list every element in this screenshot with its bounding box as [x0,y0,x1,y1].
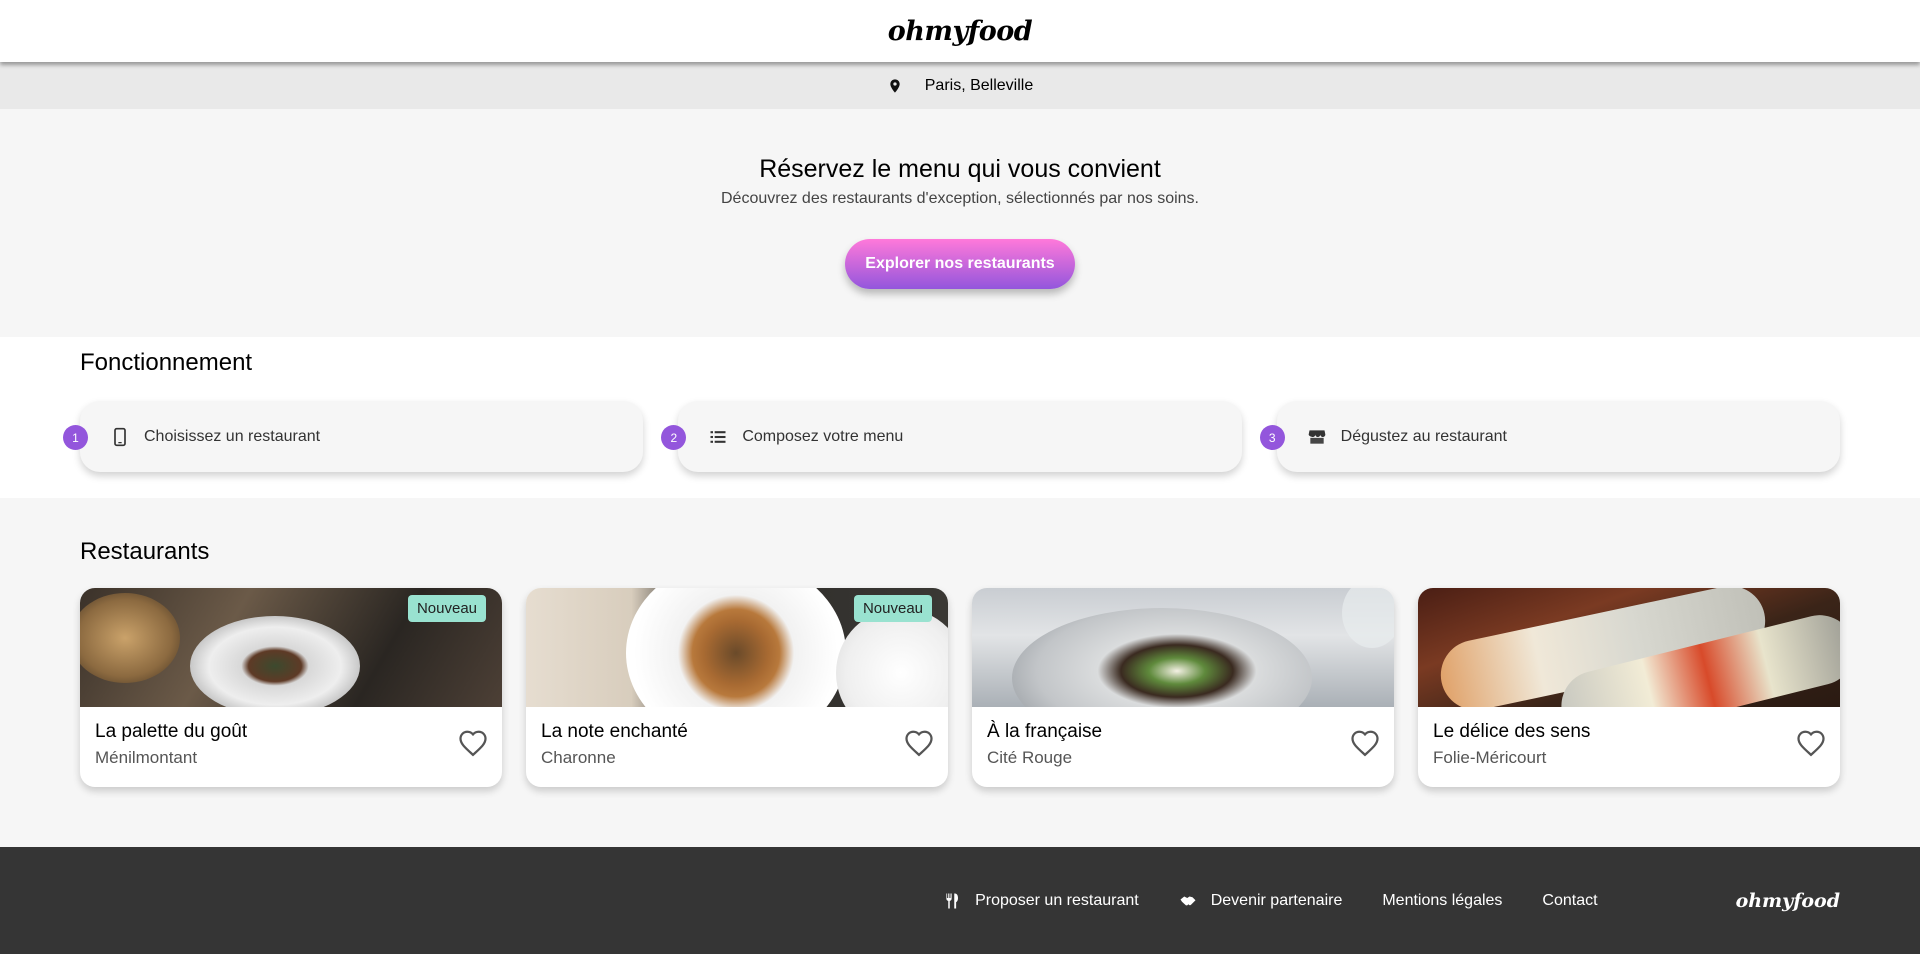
step-number: 2 [661,425,687,450]
restaurant-image: Nouveau [80,588,502,707]
new-badge: Nouveau [853,595,932,622]
hero-title: Réservez le menu qui vous convient [759,155,1161,183]
heart-icon[interactable] [1796,729,1826,757]
restaurant-area: Folie-Méricourt [1433,748,1547,767]
restaurants-section: Restaurants Nouveau La palette du goût M… [0,498,1920,847]
restaurants-title: Restaurants [80,538,210,565]
restaurant-info: À la française Cité Rouge [972,707,1394,768]
restaurant-image: Nouveau [526,588,948,707]
location-label: Paris, Belleville [924,76,1034,94]
heart-icon[interactable] [458,729,488,757]
restaurant-card[interactable]: À la française Cité Rouge [972,588,1394,787]
become-partner-link[interactable]: Devenir partenaire [1179,891,1343,910]
restaurant-image [1418,588,1840,707]
mobile-phone-icon [110,427,130,447]
new-badge: Nouveau [407,595,486,622]
steps-list: 1 Choisissez un restaurant 2 Composez vo… [63,401,1840,472]
list-icon [708,427,728,447]
restaurant-name: Le délice des sens [1433,721,1591,742]
step-card: 2 Composez votre menu [661,401,1242,472]
footer-link-label: Mentions légales [1382,891,1503,909]
restaurant-area: Ménilmontant [95,748,198,767]
handshake-icon [1180,896,1196,905]
restaurant-name: À la française [987,721,1103,742]
restaurant-list: Nouveau La palette du goût Ménilmontant … [80,588,1840,787]
utensils-icon [946,893,959,908]
map-pin-icon [890,78,900,93]
how-it-works-title: Fonctionnement [80,349,253,376]
explore-restaurants-button[interactable]: Explorer nos restaurants [845,239,1075,289]
heart-icon[interactable] [904,729,934,757]
restaurant-card[interactable]: Nouveau La palette du goût Ménilmontant [80,588,502,787]
hero-subtitle: Découvrez des restaurants d'exception, s… [721,190,1199,207]
how-it-works-section: Fonctionnement 1 Choisissez un restauran… [0,337,1920,498]
restaurant-image [972,588,1394,707]
restaurant-card[interactable]: Le délice des sens Folie-Méricourt [1418,588,1840,787]
step-label: Choisissez un restaurant [144,427,321,445]
footer-link-label: Devenir partenaire [1210,891,1343,909]
site-footer: Proposer un restaurant Devenir partenair… [0,847,1920,954]
restaurant-name: La palette du goût [95,721,248,742]
propose-restaurant-link[interactable]: Proposer un restaurant [943,892,1139,910]
restaurant-area: Cité Rouge [987,748,1073,767]
restaurant-area: Charonne [541,748,616,767]
footer-nav: Proposer un restaurant Devenir partenair… [903,892,1598,910]
restaurant-name: La note enchanté [541,721,688,742]
step-label: Dégustez au restaurant [1340,427,1507,445]
step-number: 3 [1259,425,1285,450]
heart-icon[interactable] [1350,729,1380,757]
contact-link[interactable]: Contact [1542,892,1597,910]
restaurant-card[interactable]: Nouveau La note enchanté Charonne [526,588,948,787]
footer-link-label: Contact [1542,891,1598,909]
location-bar: Paris, Belleville [0,62,1920,109]
site-logo[interactable]: ohmyfood [888,16,1033,47]
legal-notice-link[interactable]: Mentions légales [1382,892,1502,910]
restaurant-info: Le délice des sens Folie-Méricourt [1418,707,1840,768]
hero-section: Réservez le menu qui vous convient Décou… [0,109,1920,337]
store-icon [1307,427,1327,447]
site-header: ohmyfood [0,0,1920,62]
restaurant-info: La palette du goût Ménilmontant [80,707,502,768]
step-card: 3 Dégustez au restaurant [1259,401,1840,472]
step-card: 1 Choisissez un restaurant [63,401,644,472]
step-number: 1 [63,425,88,450]
restaurant-info: La note enchanté Charonne [526,707,948,768]
step-label: Composez votre menu [742,427,904,445]
footer-link-label: Proposer un restaurant [975,891,1139,909]
footer-logo[interactable]: ohmyfood [1736,890,1840,912]
